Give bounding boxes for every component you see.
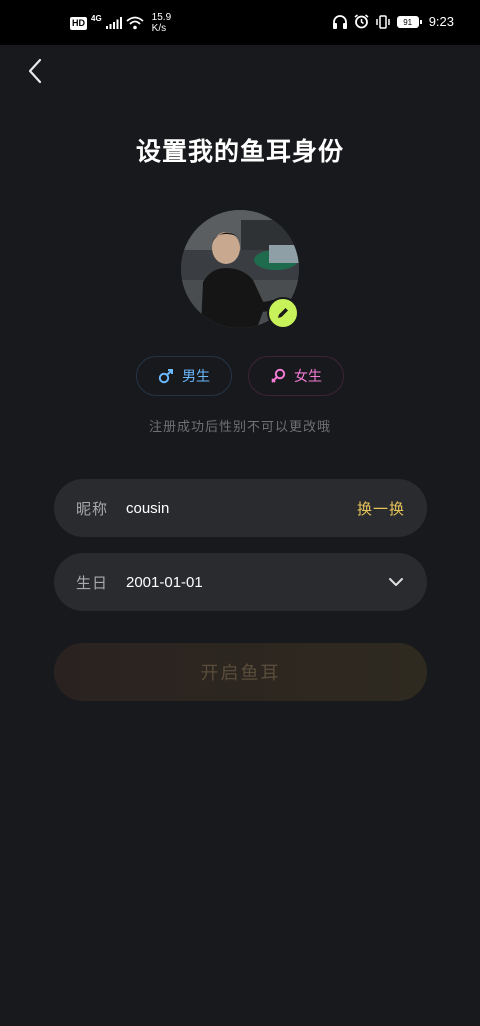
status-bar: HD 4G 15.9 K/s 91 9:23 [0,0,480,45]
gender-hint: 注册成功后性别不可以更改哦 [148,420,331,435]
status-left: HD 4G 15.9 K/s [70,12,171,34]
back-button[interactable] [20,54,50,88]
headphones-icon [332,14,347,29]
chevron-left-icon [28,58,42,84]
alarm-icon [354,14,369,29]
start-button[interactable]: 开启鱼耳 [54,643,427,701]
network-speed: 15.9 K/s [152,12,171,34]
birthday-value: 2001-01-01 [126,573,203,591]
page-title: 设置我的鱼耳身份 [135,137,344,166]
signal-icon [105,17,122,29]
nickname-label: 昵称 [76,499,109,518]
female-label: 女生 [294,369,322,385]
status-right: 91 9:23 [332,14,454,29]
pencil-icon [278,308,288,318]
network-type: 4G [91,13,102,23]
battery-icon: 91 [396,15,422,28]
male-option[interactable]: 男生 [136,356,232,396]
speed-value: 15.9 [151,12,172,23]
male-label: 男生 [182,369,210,385]
nickname-field[interactable]: 昵称 cousin 换一换 [54,479,427,537]
hd-badge: HD [70,16,87,30]
female-icon [271,368,286,383]
screen: HD 4G 15.9 K/s 91 9:23 设置我的鱼耳身份 男生 女生 注册… [0,0,480,1026]
vibrate-icon [375,14,390,29]
nickname-input[interactable]: cousin [126,500,357,517]
speed-unit: K/s [151,23,167,34]
birthday-field[interactable]: 生日 2001-01-01 [54,553,427,611]
wifi-icon [126,16,144,30]
refresh-nickname-button[interactable]: 换一换 [357,498,405,519]
male-icon [158,369,173,384]
clock: 9:23 [428,14,454,29]
edit-avatar-button[interactable] [267,297,299,329]
chevron-down-icon[interactable] [387,573,405,591]
female-option[interactable]: 女生 [248,356,344,396]
birthday-label: 生日 [76,573,109,592]
